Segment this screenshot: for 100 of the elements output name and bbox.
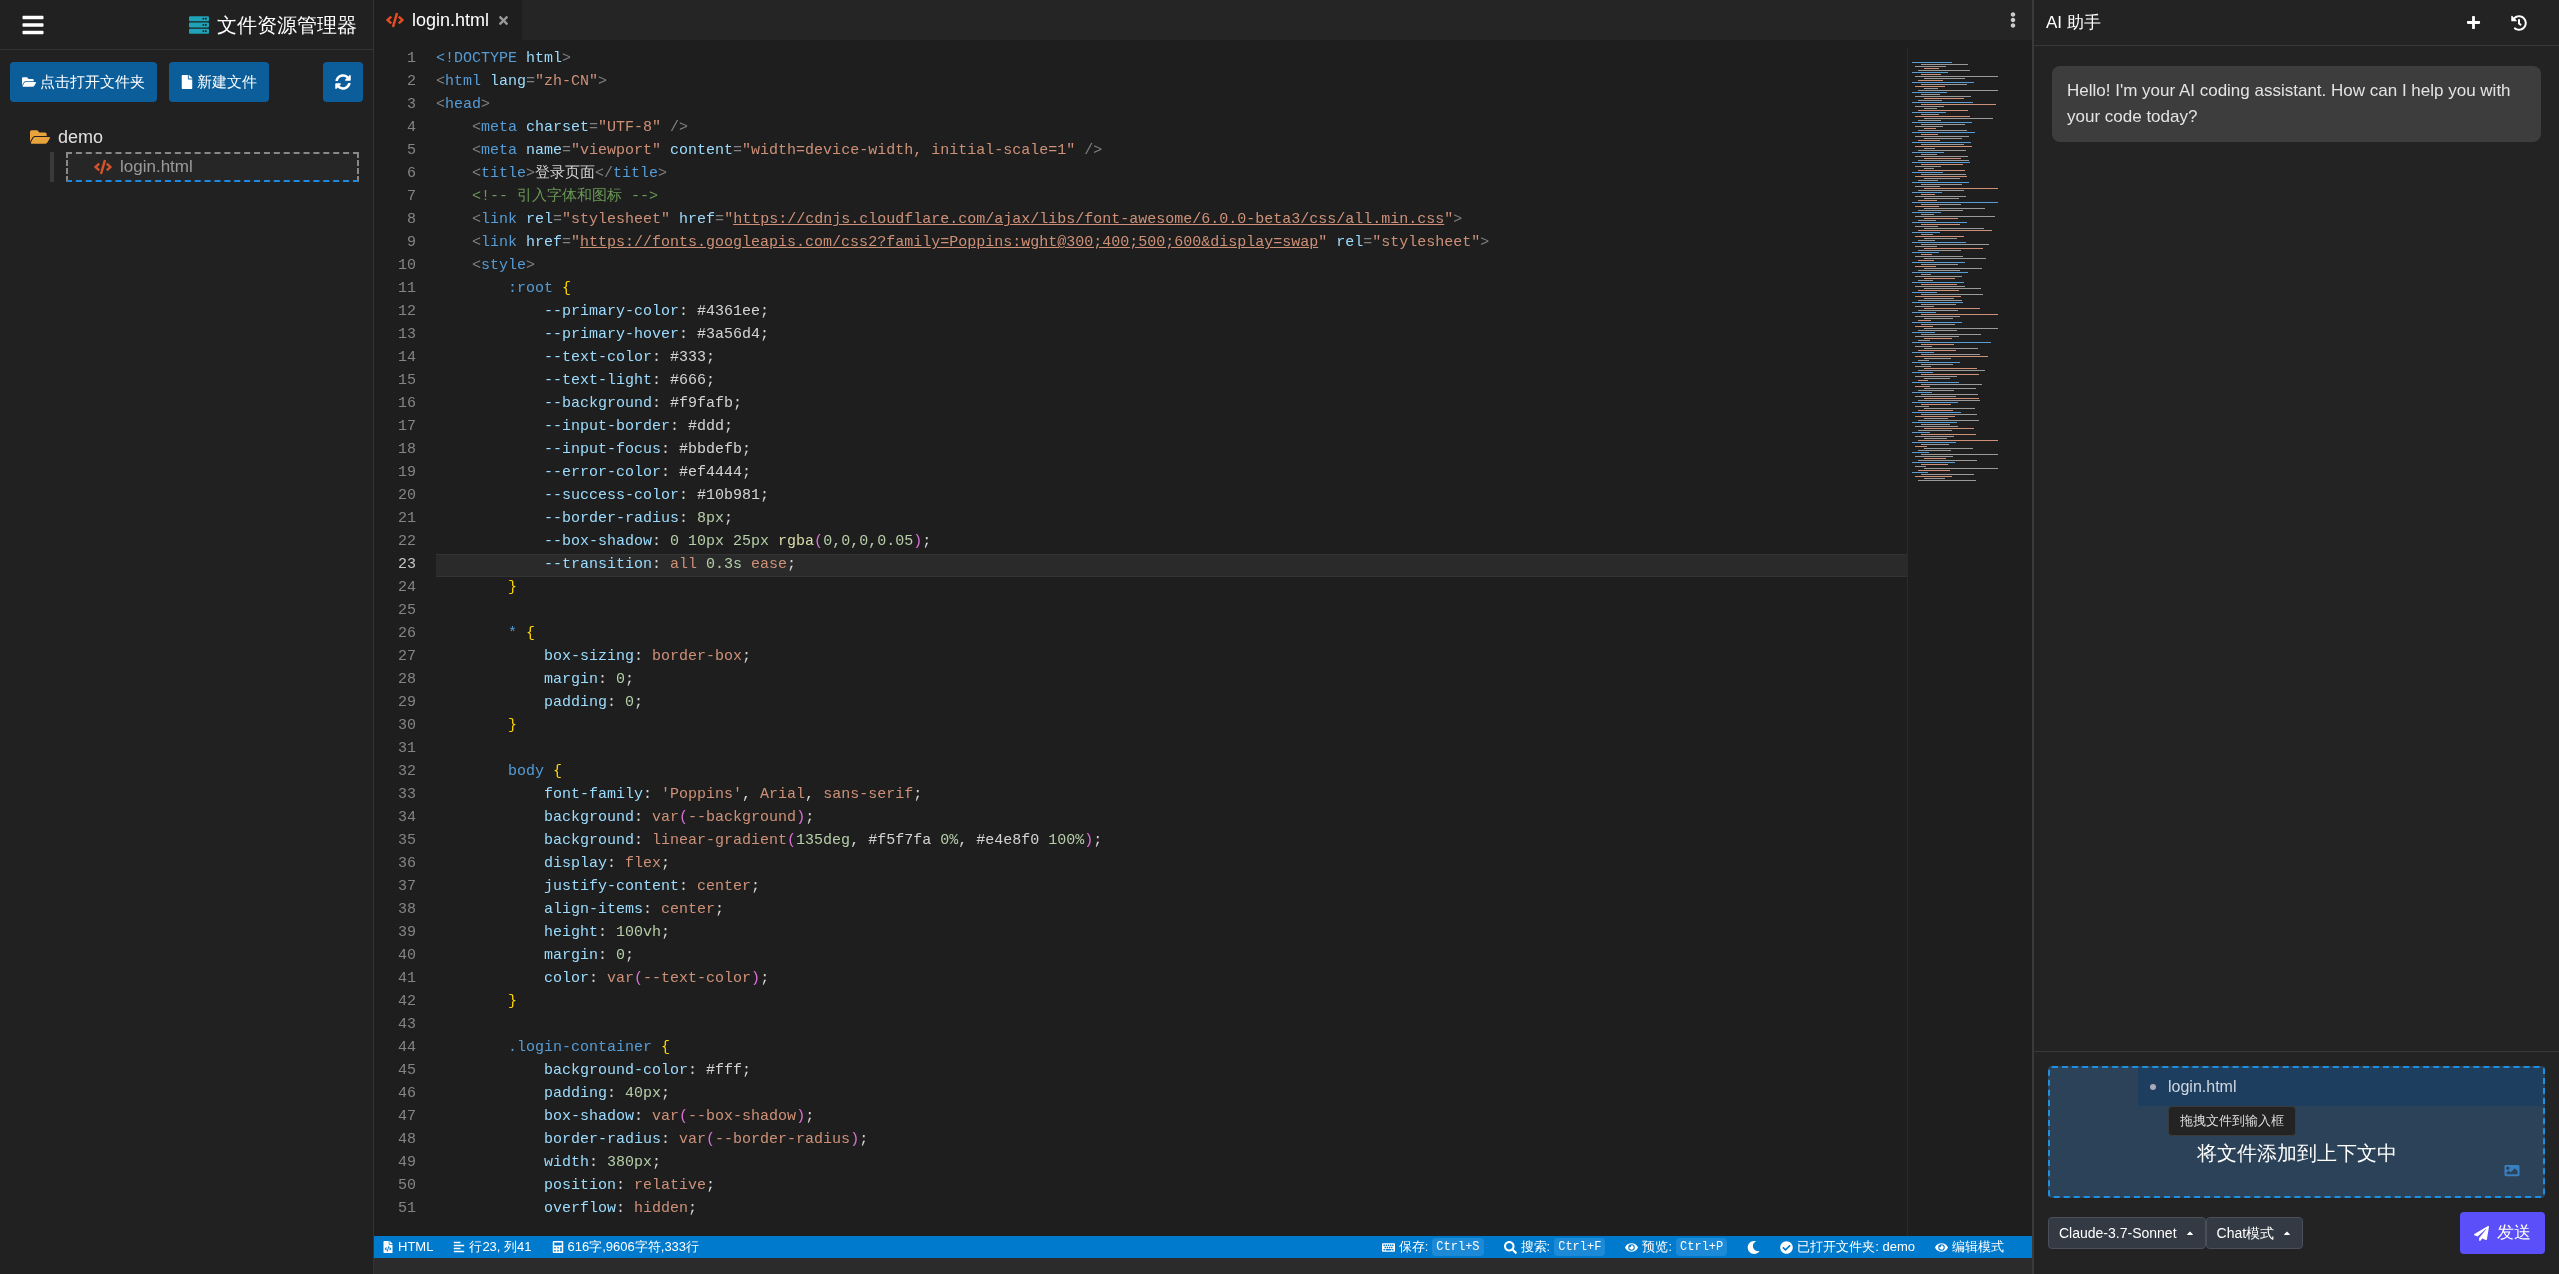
code-line: position: relative; — [543, 1176, 716, 1197]
line-number: 44 — [397, 1038, 416, 1059]
open-folder-button[interactable]: 点击打开文件夹 — [10, 62, 157, 102]
folder-icon — [22, 75, 36, 89]
line-number: 26 — [397, 624, 416, 645]
send-button[interactable]: 发送 — [2460, 1212, 2545, 1254]
line-number: 2 — [406, 72, 416, 93]
line-number: 23 — [397, 555, 416, 576]
code-line: padding: 40px; — [543, 1084, 671, 1105]
code-line: body { — [507, 762, 563, 783]
code-line: overflow: hidden; — [543, 1199, 698, 1220]
shortcut-key: Ctrl+S — [1432, 1238, 1484, 1256]
code-line: border-radius: var(--border-radius); — [543, 1130, 869, 1151]
line-number: 31 — [397, 739, 416, 760]
line-number: 13 — [397, 325, 416, 346]
moon-icon[interactable] — [1747, 1240, 1761, 1254]
assistant-message: Hello! I'm your AI coding assistant. How can I help you with your code today? — [2052, 66, 2541, 142]
code-line: align-items: center; — [543, 900, 725, 921]
assistant-title: AI 助手 — [2046, 11, 2101, 34]
code-line: :root { — [507, 279, 572, 300]
line-number: 6 — [406, 164, 416, 185]
code-line: <!-- 引入字体和图标 --> — [471, 186, 659, 208]
line-number: 4 — [406, 118, 416, 139]
code-line: <!DOCTYPE html> — [436, 49, 572, 70]
line-number: 10 — [397, 256, 416, 277]
line-number: 47 — [397, 1107, 416, 1128]
line-number: 39 — [397, 923, 416, 944]
file-icon — [181, 75, 193, 89]
code-line: box-sizing: border-box; — [543, 647, 752, 668]
line-number: 5 — [406, 141, 416, 162]
plus-icon[interactable] — [2466, 15, 2481, 30]
code-line: height: 100vh; — [543, 923, 671, 944]
line-number: 7 — [406, 187, 416, 208]
line-number: 12 — [397, 302, 416, 323]
editor-tab[interactable]: login.html — [374, 0, 523, 40]
line-number: 11 — [397, 279, 416, 300]
line-number: 43 — [397, 1015, 416, 1036]
code-line: --transition: all 0.3s ease; — [543, 555, 797, 576]
line-number: 34 — [397, 808, 416, 829]
refresh-icon — [335, 74, 351, 90]
code-line: margin: 0; — [543, 946, 635, 967]
bullet-icon — [2150, 1084, 2156, 1090]
status-text: 搜索: — [1520, 1238, 1551, 1257]
line-number: 8 — [406, 210, 416, 231]
code-line: --border-radius: 8px; — [543, 509, 734, 530]
code-line: <link href="https://fonts.googleapis.com/css2?family=Poppins:wght@300;400;500;600&display=swap" rel="stylesheet"> — [471, 233, 1490, 254]
code-line: margin: 0; — [543, 670, 635, 691]
line-number: 28 — [397, 670, 416, 691]
code-file-icon — [386, 11, 404, 29]
code-line: width: 380px; — [543, 1153, 662, 1174]
code-line: --primary-hover: #3a56d4; — [543, 325, 770, 346]
code-line: background-color: #fff; — [543, 1061, 752, 1082]
close-icon[interactable] — [497, 13, 511, 27]
line-number: 49 — [397, 1153, 416, 1174]
history-icon[interactable] — [2511, 14, 2527, 31]
search-icon — [1503, 1240, 1517, 1254]
line-number: 19 — [397, 463, 416, 484]
image-icon — [2503, 1163, 2521, 1178]
code-line: box-shadow: var(--box-shadow); — [543, 1107, 815, 1128]
line-number: 41 — [397, 969, 416, 990]
line-number: 21 — [397, 509, 416, 530]
lines-icon — [453, 1241, 466, 1253]
drop-zone[interactable]: login.html 拖拽文件到输入框 将文件添加到上下文中 — [2048, 1066, 2545, 1198]
shortcut-key: Ctrl+F — [1554, 1238, 1606, 1256]
model-dropdown[interactable]: Claude-3.7-Sonnet — [2048, 1217, 2206, 1249]
code-line: .login-container { — [507, 1038, 671, 1059]
status-text: 预览: — [1642, 1238, 1673, 1257]
code-line: <html lang="zh-CN"> — [436, 72, 608, 93]
new-file-button[interactable]: 新建文件 — [169, 62, 269, 102]
line-number: 9 — [406, 233, 416, 254]
calculator-icon — [551, 1241, 564, 1253]
code-line: } — [507, 578, 517, 599]
folder-item[interactable]: demo — [22, 122, 359, 152]
line-number: 25 — [397, 601, 416, 622]
code-line: justify-content: center; — [543, 877, 761, 898]
line-number: 37 — [397, 877, 416, 898]
code-line: background: var(--background); — [543, 808, 815, 829]
line-number: 18 — [397, 440, 416, 461]
code-line: * { — [507, 624, 536, 645]
keyboard-icon — [1381, 1240, 1395, 1254]
code-line: --input-border: #ddd; — [543, 417, 734, 438]
sidebar-title: 文件资源管理器 — [217, 12, 357, 38]
code-line: --error-color: #ef4444; — [543, 463, 752, 484]
line-number: 50 — [397, 1176, 416, 1197]
line-number: 40 — [397, 946, 416, 967]
code-line: --text-light: #666; — [543, 371, 716, 392]
line-number: 14 — [397, 348, 416, 369]
status-text: 616字,9606字符,333行 — [567, 1238, 700, 1257]
folder-icon — [30, 128, 50, 146]
code-line: <head> — [436, 95, 491, 116]
code-line: } — [507, 992, 517, 1013]
code-line: --background: #f9fafb; — [543, 394, 743, 415]
file-item[interactable]: login.html — [66, 152, 359, 182]
eye-icon — [1625, 1240, 1639, 1254]
eye-icon — [1935, 1240, 1948, 1254]
code-line: } — [507, 716, 517, 737]
status-text: HTML — [398, 1238, 434, 1257]
mode-dropdown[interactable]: Chat模式 — [2205, 1217, 2304, 1249]
refresh-button[interactable] — [323, 62, 363, 102]
status-text[interactable]: 编辑模式 — [1952, 1237, 2004, 1257]
